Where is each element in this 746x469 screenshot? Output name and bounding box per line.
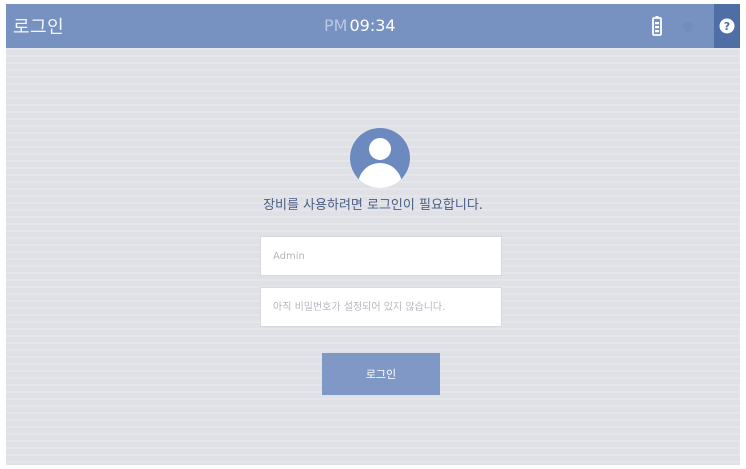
- avatar-head: [369, 138, 391, 160]
- svg-text:?: ?: [724, 20, 730, 33]
- clock: PM 09:34: [324, 16, 396, 35]
- password-input[interactable]: [261, 288, 501, 326]
- avatar-body: [358, 163, 402, 188]
- battery-icon: [652, 16, 662, 36]
- page-title: 로그인: [13, 17, 65, 38]
- top-bar: 로그인 PM 09:34 ?: [6, 4, 740, 48]
- username-input[interactable]: [261, 237, 501, 275]
- question-icon: ?: [719, 18, 735, 34]
- user-avatar-icon: [350, 128, 410, 188]
- clock-time: 09:34: [349, 16, 396, 35]
- password-field[interactable]: [260, 287, 502, 327]
- login-button[interactable]: 로그인: [322, 353, 440, 395]
- login-prompt: 장비를 사용하려면 로그인이 필요합니다.: [263, 198, 483, 213]
- help-button[interactable]: ?: [714, 4, 740, 48]
- app-screen: 로그인 PM09:34 ? 장비를 사용하려면 로그인이 필요합니다. 로그인: [6, 4, 740, 465]
- clock-ampm: PM: [324, 16, 348, 35]
- signal-icon: [683, 22, 693, 32]
- username-field[interactable]: [260, 236, 502, 276]
